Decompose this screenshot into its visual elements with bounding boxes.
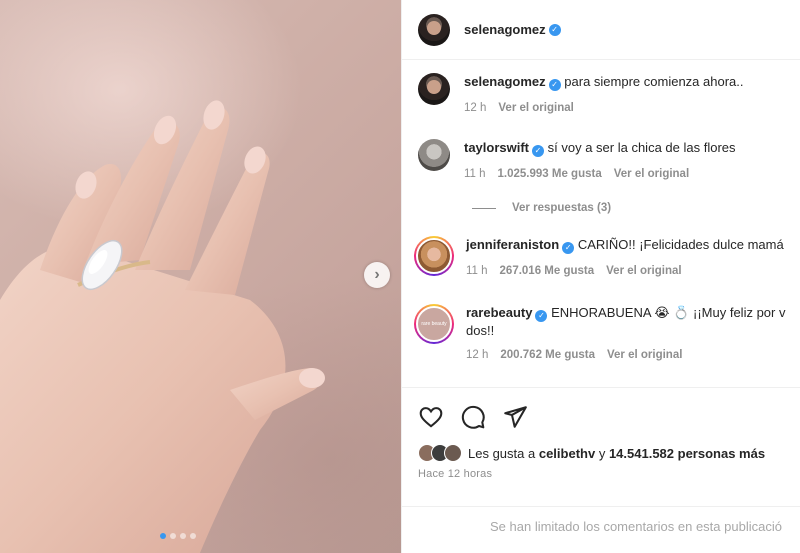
see-original-button[interactable]: Ver el original [607, 346, 682, 364]
heart-icon[interactable] [418, 404, 444, 430]
comment-likes[interactable]: 267.016 Me gusta [500, 262, 595, 280]
carousel-next-button[interactable]: › [364, 262, 390, 288]
avatar[interactable] [418, 73, 450, 105]
carousel-dot [180, 533, 186, 539]
list-item: selenagomez ✓ para siempre comienza ahora… [418, 73, 784, 117]
comments-limited-notice: Se han limitado los comentarios en esta … [402, 506, 800, 553]
carousel-dot [160, 533, 166, 539]
likes-count[interactable]: 14.541.582 personas más [609, 446, 765, 461]
avatar-logo-text: rare beauty [421, 321, 447, 327]
story-ring[interactable]: rare beauty [414, 304, 454, 344]
post-timestamp: Hace 12 horas [418, 468, 493, 480]
list-item: jenniferaniston ✓ CARIÑO!! ¡Felicidades d… [414, 236, 786, 280]
replies-divider [472, 207, 496, 209]
list-item: taylorswift ✓ sí voy a ser la chica de la… [418, 139, 784, 183]
avatar[interactable] [418, 139, 450, 171]
comment-time: 11 h [464, 168, 486, 180]
comment-text: para siempre comienza ahora.. [564, 74, 744, 89]
hand-with-ring-image [0, 100, 325, 553]
comment-time: 11 h [466, 265, 488, 277]
view-replies-label: Ver respuestas (3) [512, 202, 612, 214]
verified-badge-icon: ✓ [548, 23, 561, 36]
post-actions-section: Les gusta a celibethv y 14.541.582 perso… [402, 387, 800, 553]
verified-badge-icon: ✓ [548, 79, 561, 91]
liker-username[interactable]: celibethv [539, 446, 595, 461]
liker-avatars [418, 444, 462, 462]
avatar: rare beauty [416, 306, 452, 342]
view-replies-button[interactable]: Ver respuestas (3) [472, 202, 611, 214]
list-item: rare beauty rarebeauty ✓ ENHORABUENA 😭 💍 … [414, 304, 796, 364]
comment-text: sí voy a ser la chica de las flores [547, 140, 736, 155]
comment-username[interactable]: jenniferaniston [466, 237, 559, 252]
story-ring[interactable] [414, 236, 454, 276]
comment-likes[interactable]: 1.025.993 Me gusta [498, 165, 602, 183]
comment-username[interactable]: selenagomez [464, 74, 546, 89]
comment-time: 12 h [466, 349, 489, 361]
likes-conjunction: y [598, 445, 606, 461]
comment-time: 12 h [464, 102, 487, 114]
post-photo: › [0, 0, 401, 553]
see-original-button[interactable]: Ver el original [498, 99, 573, 117]
verified-badge-icon: ✓ [562, 242, 575, 254]
avatar[interactable] [418, 13, 450, 46]
carousel-dot [170, 533, 176, 539]
verified-badge-icon: ✓ [535, 310, 548, 322]
post-header: selenagomez ✓ [402, 0, 800, 60]
likes-prefix: Les gusta a [468, 445, 536, 461]
comment-icon[interactable] [460, 404, 486, 430]
carousel-indicator [160, 533, 196, 539]
carousel-dot [190, 533, 196, 539]
avatar [416, 238, 452, 274]
paper-plane-icon[interactable] [502, 404, 528, 430]
see-original-button[interactable]: Ver el original [606, 262, 681, 280]
see-original-button[interactable]: Ver el original [614, 165, 689, 183]
avatar [444, 444, 462, 462]
comment-text: CARIÑO!! ¡Felicidades dulce mamá [577, 237, 784, 252]
comments-limited-text: Se han limitado los comentarios en esta … [490, 519, 782, 534]
comment-username[interactable]: taylorswift [464, 140, 529, 155]
post-author-username[interactable]: selenagomez [464, 22, 546, 37]
post-side-panel: selenagomez ✓ selenagomez ✓ para siempre … [401, 0, 800, 553]
comment-likes[interactable]: 200.762 Me gusta [500, 346, 595, 364]
verified-badge-icon: ✓ [532, 145, 545, 157]
likes-summary[interactable]: Les gusta a celibethv y 14.541.582 perso… [418, 444, 765, 462]
comment-username[interactable]: rarebeauty [466, 305, 532, 320]
